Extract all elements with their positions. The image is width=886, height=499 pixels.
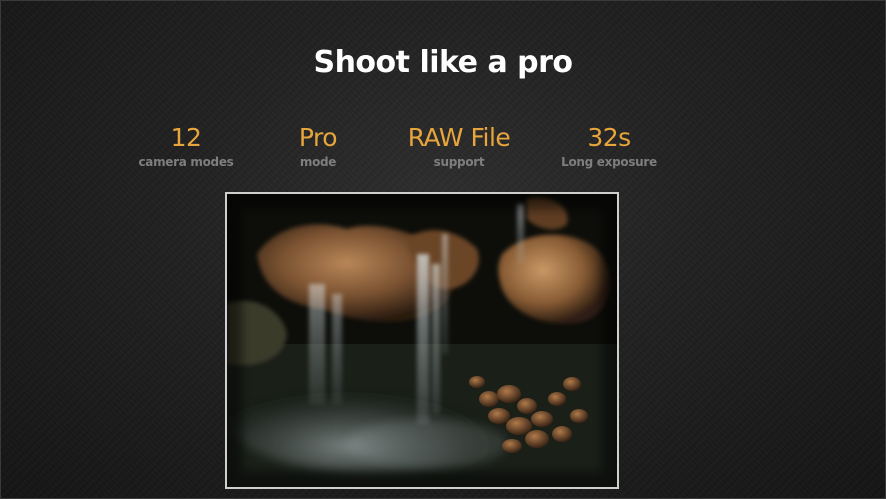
stat-long-exposure: 32s Long exposure bbox=[524, 121, 694, 169]
waterfall-image bbox=[227, 194, 617, 487]
stat-value: 32s bbox=[587, 123, 631, 152]
waterfall-photo bbox=[225, 192, 619, 489]
stats-row: 12 camera modes Pro mode RAW File suppor… bbox=[101, 121, 791, 181]
slide: Shoot like a pro 12 camera modes Pro mod… bbox=[0, 0, 886, 499]
slide-title: Shoot like a pro bbox=[313, 45, 573, 80]
stat-label: Long exposure bbox=[561, 155, 657, 169]
stat-label: support bbox=[433, 155, 485, 169]
stat-value: RAW File bbox=[407, 123, 511, 152]
stat-raw-file: RAW File support bbox=[374, 121, 544, 169]
